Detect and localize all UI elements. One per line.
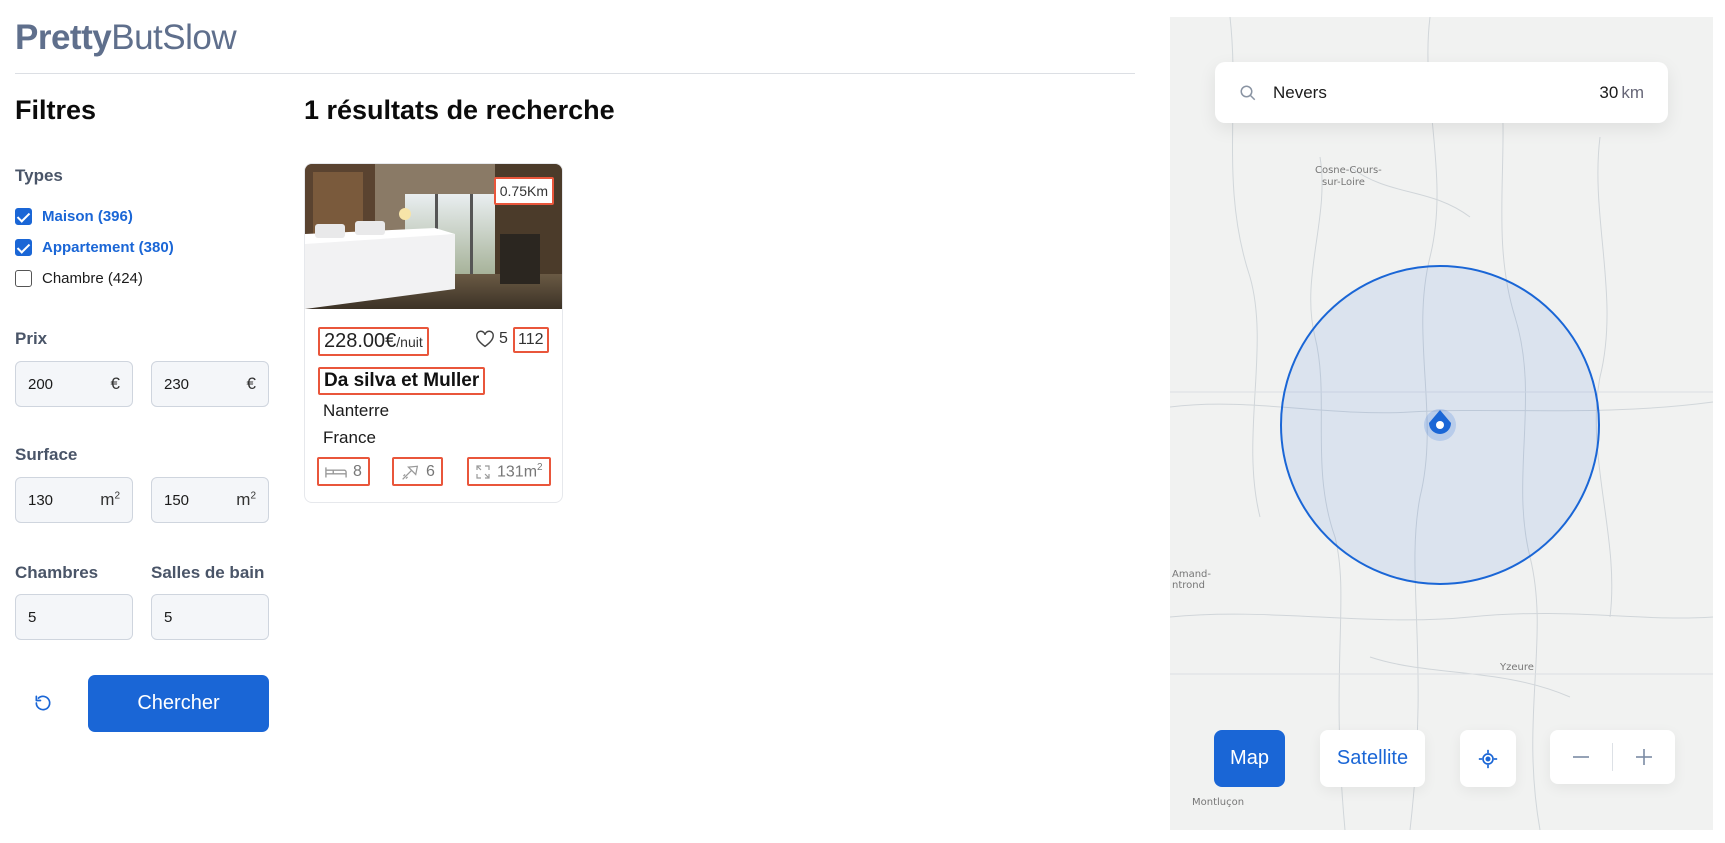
brand-logo[interactable]: PrettyButSlow: [15, 18, 237, 58]
map-label-loire: sur-Loire: [1322, 177, 1365, 188]
filters-title: Filtres: [15, 95, 97, 125]
type-option-appartement[interactable]: Appartement (380): [15, 239, 174, 256]
brand-light: ButSlow: [111, 18, 237, 57]
bathrooms-label: Salles de bain: [151, 563, 265, 582]
beds-count: 8: [353, 462, 362, 480]
surface-max-input[interactable]: 150 m2: [151, 477, 269, 523]
map-label-montlucon: Montluçon: [1192, 797, 1245, 808]
maison-label[interactable]: Maison (396): [42, 208, 133, 225]
surface-max-value: 150: [164, 491, 190, 509]
likes-count: 5: [499, 330, 508, 347]
header-divider: [15, 73, 1135, 74]
bedrooms-label: Chambres: [15, 563, 99, 582]
appartement-label[interactable]: Appartement (380): [42, 239, 174, 256]
results-title: 1 résultats de recherche: [304, 95, 615, 125]
bed-icon: [325, 466, 347, 477]
chambre-label[interactable]: Chambre (424): [42, 270, 143, 287]
surface-stat: 131m2: [467, 457, 551, 486]
reset-icon: [35, 695, 51, 711]
surface-min-input[interactable]: 130 m2: [15, 477, 133, 523]
bathrooms-stat: 6: [392, 457, 443, 486]
map-search-bar[interactable]: Nevers 30 km: [1215, 62, 1668, 123]
map-label-yzeure: Yzeure: [1500, 662, 1534, 673]
listing-country: France: [323, 428, 376, 447]
brand-bold: Pretty: [15, 18, 112, 57]
currency-unit: €: [246, 374, 256, 393]
heart-icon[interactable]: [475, 330, 495, 348]
satellite-view-button[interactable]: Satellite: [1320, 730, 1425, 787]
price-min-value: 200: [28, 375, 54, 393]
beds-stat: 8: [317, 457, 370, 486]
crosshair-icon: [1478, 749, 1498, 768]
locate-button[interactable]: [1460, 730, 1516, 787]
map-canvas[interactable]: [1170, 17, 1713, 830]
surface-min-value: 130: [28, 491, 54, 509]
distance-badge: 0.75Km: [493, 177, 554, 205]
map-label-amand: Amand-: [1172, 569, 1212, 580]
map-label-cosne: Cosne-Cours-: [1315, 165, 1382, 176]
surface-label: Surface: [15, 445, 78, 464]
bathrooms-count: 6: [426, 462, 435, 480]
type-option-maison[interactable]: Maison (396): [15, 208, 133, 225]
types-label: Types: [15, 166, 63, 185]
search-icon: [1240, 85, 1256, 100]
currency-unit: €: [110, 374, 120, 393]
listing-card[interactable]: 0.75Km 228.00€/nuit 5 112 Da silva et Mu…: [304, 163, 563, 503]
map-label-ntrond: ntrond: [1172, 580, 1205, 591]
bathrooms-input[interactable]: 5: [151, 594, 269, 640]
rating-count: 112: [513, 327, 549, 353]
listing-photo[interactable]: 0.75Km: [305, 164, 562, 309]
chambre-checkbox[interactable]: [15, 270, 32, 287]
listing-price: 228.00€/nuit: [318, 327, 429, 356]
zoom-out-button[interactable]: [1550, 730, 1612, 784]
price-max-input[interactable]: 230 €: [151, 361, 269, 407]
expand-icon: [476, 464, 490, 479]
bedrooms-input[interactable]: 5: [15, 594, 133, 640]
price-max-value: 230: [164, 375, 190, 393]
map-panel[interactable]: Cosne-Cours- sur-Loire Amand- ntrond Yze…: [1170, 17, 1713, 830]
surface-value: 131m2: [497, 461, 543, 481]
listing-city: Nanterre: [323, 401, 390, 420]
shower-icon: [402, 465, 419, 480]
price-min-input[interactable]: 200 €: [15, 361, 133, 407]
maison-checkbox[interactable]: [15, 208, 32, 225]
zoom-in-button[interactable]: [1613, 730, 1675, 784]
radius-value[interactable]: 30 km: [1599, 83, 1644, 103]
bathrooms-value: 5: [164, 608, 173, 626]
search-button[interactable]: Chercher: [88, 675, 269, 732]
plus-icon: [1636, 749, 1652, 765]
appartement-checkbox[interactable]: [15, 239, 32, 256]
map-view-button[interactable]: Map: [1214, 730, 1285, 787]
app-root: PrettyButSlow Filtres Types Maison (396)…: [0, 0, 1725, 843]
reset-button[interactable]: [30, 690, 56, 716]
price-label: Prix: [15, 329, 48, 348]
minus-icon: [1573, 756, 1589, 758]
type-option-chambre[interactable]: Chambre (424): [15, 270, 143, 287]
likes-counter[interactable]: 5: [475, 330, 508, 348]
surface-unit: m2: [236, 490, 256, 509]
bedrooms-value: 5: [28, 608, 37, 626]
surface-unit: m2: [100, 490, 120, 509]
listing-name[interactable]: Da silva et Muller: [318, 367, 486, 395]
zoom-controls: [1550, 730, 1675, 784]
map-search-query[interactable]: Nevers: [1273, 83, 1599, 103]
